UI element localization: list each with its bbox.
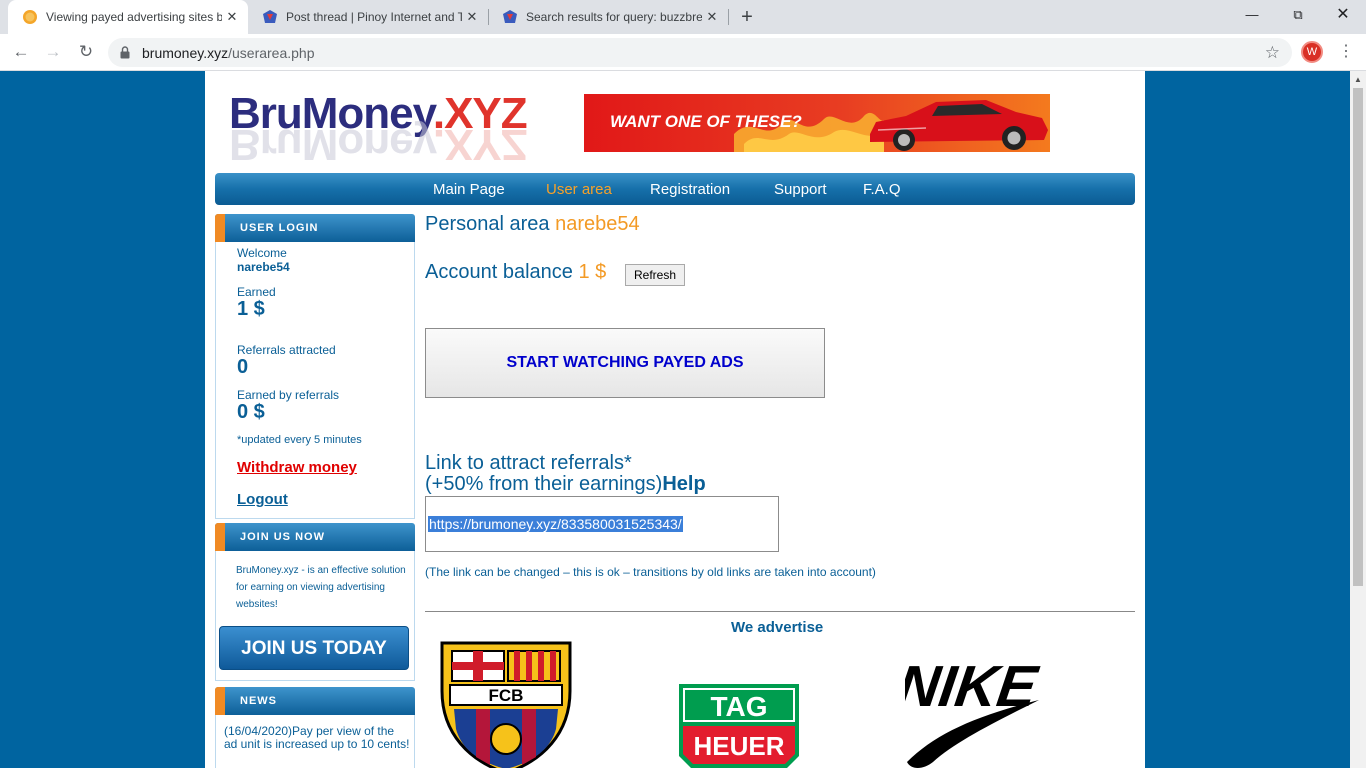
scroll-up-icon[interactable]: ▲	[1354, 75, 1362, 84]
tab-close-icon[interactable]: ✕	[704, 9, 720, 25]
nav-registration[interactable]: Registration	[650, 181, 730, 198]
sports-car-icon	[870, 100, 1048, 151]
referral-link-field[interactable]: https://brumoney.xyz/833580031525343/	[425, 496, 779, 552]
logout-link[interactable]: Logout	[237, 491, 288, 508]
referral-link-text: https://brumoney.xyz/833580031525343/	[428, 516, 683, 532]
reload-icon[interactable]: ↻	[74, 40, 98, 64]
start-watching-ads-button[interactable]: START WATCHING PAYED ADS	[425, 328, 825, 398]
fcb-crest-logo: FCB	[440, 641, 572, 768]
main-nav: Main Page User area Registration Support…	[215, 173, 1135, 205]
restore-icon[interactable]: ⧉	[1275, 0, 1321, 30]
banner-text: WANT ONE OF THESE?	[610, 112, 802, 131]
site-logo[interactable]: BruMoney.XYZ BruMoney.XYZ	[229, 89, 569, 169]
tab-pinoy[interactable]: Post thread | Pinoy Internet and T ✕	[248, 0, 488, 34]
page-scrollbar[interactable]: ▲	[1350, 71, 1366, 768]
join-us-panel: BruMoney.xyz - is an effective solution …	[215, 551, 415, 681]
logo-ext-reflection: .XYZ	[432, 120, 527, 169]
logo-reflection: BruMoney.XYZ	[229, 119, 527, 169]
referral-link-heading: Link to attract referrals* (+50% from th…	[425, 453, 706, 495]
tag-text: TAG	[710, 691, 767, 722]
tag-heuer-logo: TAG HEUER	[679, 684, 799, 768]
minimize-icon[interactable]: —	[1229, 0, 1275, 30]
logo-main-reflection: BruMoney	[229, 120, 433, 169]
referral-title-line1: Link to attract referrals*	[425, 452, 632, 474]
nav-user-area[interactable]: User area	[546, 181, 612, 198]
nike-logo: NIKE	[905, 654, 1041, 768]
site-container: BruMoney.XYZ BruMoney.XYZ WANT ONE OF TH…	[205, 71, 1145, 768]
update-note: *updated every 5 minutes	[237, 434, 362, 446]
referrals-label: Referrals attracted	[237, 343, 336, 357]
account-balance: Account balance 1 $	[425, 261, 606, 284]
divider	[425, 611, 1135, 612]
forward-arrow-icon[interactable]: →	[41, 40, 65, 64]
url-path: /userarea.php	[228, 45, 315, 61]
forum-favicon-icon	[263, 10, 277, 23]
welcome-label: Welcome	[237, 246, 287, 260]
referrals-value: 0	[237, 356, 249, 378]
url-text: brumoney.xyz/userarea.php	[142, 45, 315, 61]
tab-strip: Viewing payed advertising sites b ✕ Post…	[0, 0, 1366, 34]
tab-brumoney[interactable]: Viewing payed advertising sites b ✕	[8, 0, 248, 34]
help-link[interactable]: Help	[662, 473, 705, 495]
news-header: NEWS	[215, 687, 415, 715]
join-us-today-button[interactable]: JOIN US TODAY	[219, 626, 409, 670]
balance-label: Account balance	[425, 261, 573, 283]
we-advertise-heading: We advertise	[731, 619, 824, 636]
url-host: brumoney.xyz	[142, 45, 229, 61]
join-us-title: JOIN US NOW	[240, 531, 325, 543]
balance-value: 1 $	[578, 261, 607, 283]
page-viewport: BruMoney.XYZ BruMoney.XYZ WANT ONE OF TH…	[0, 71, 1350, 768]
tab-search[interactable]: Search results for query: buzzbrea ✕	[488, 0, 728, 34]
tab-title: Post thread | Pinoy Internet and T	[286, 10, 462, 24]
refresh-button[interactable]: Refresh	[625, 264, 685, 286]
news-title: NEWS	[240, 695, 277, 707]
lock-icon	[120, 46, 130, 59]
user-login-title: USER LOGIN	[240, 222, 319, 234]
tab-divider	[728, 9, 729, 25]
bookmark-star-icon[interactable]: ☆	[1265, 43, 1280, 63]
close-window-icon[interactable]: ✕	[1320, 0, 1366, 30]
personal-area-label: Personal area	[425, 213, 550, 235]
address-bar[interactable]: brumoney.xyz/userarea.php ☆	[108, 38, 1292, 67]
tab-title: Viewing payed advertising sites b	[46, 10, 222, 24]
earned-by-referrals-label: Earned by referrals	[237, 388, 340, 402]
news-item: (16/04/2020)Pay per view of the ad unit …	[224, 724, 410, 751]
nav-support[interactable]: Support	[774, 181, 827, 198]
nav-faq[interactable]: F.A.Q	[863, 181, 901, 198]
tab-close-icon[interactable]: ✕	[224, 9, 240, 25]
forum-favicon-icon	[503, 10, 517, 23]
withdraw-money-link[interactable]: Withdraw money	[237, 459, 357, 476]
join-us-header: JOIN US NOW	[215, 523, 415, 551]
sidebar-username: narebe54	[237, 260, 290, 274]
personal-area-username: narebe54	[555, 213, 640, 235]
tab-close-icon[interactable]: ✕	[464, 9, 480, 25]
referral-note: (The link can be changed – this is ok – …	[425, 565, 876, 579]
browser-menu-icon[interactable]: ⋮	[1338, 41, 1354, 63]
personal-area-heading: Personal area narebe54	[425, 213, 640, 236]
back-arrow-icon[interactable]: ←	[9, 40, 33, 64]
ad-banner[interactable]: WANT ONE OF THESE?	[584, 94, 1050, 152]
earned-label: Earned	[237, 285, 276, 299]
profile-avatar[interactable]: W	[1301, 41, 1323, 63]
earned-value: 1 $	[237, 298, 265, 320]
heuer-text: HEUER	[693, 731, 784, 761]
nav-main-page[interactable]: Main Page	[433, 181, 505, 198]
scrollbar-thumb[interactable]	[1353, 88, 1363, 586]
browser-toolbar: ← → ↻ brumoney.xyz/userarea.php ☆ W ⋮	[0, 34, 1366, 71]
user-login-header: USER LOGIN	[215, 214, 415, 242]
news-panel: (16/04/2020)Pay per view of the ad unit …	[215, 715, 415, 768]
tab-title: Search results for query: buzzbrea	[526, 10, 702, 24]
nike-text: NIKE	[905, 654, 1041, 719]
earned-by-referrals-value: 0 $	[237, 401, 265, 423]
referral-title-line2: (+50% from their earnings)	[425, 473, 663, 495]
coin-favicon-icon	[23, 10, 37, 24]
join-description: BruMoney.xyz - is an effective solution …	[236, 565, 406, 610]
fcb-text: FCB	[489, 686, 524, 705]
new-tab-plus-icon[interactable]: +	[736, 6, 758, 28]
user-login-panel: Welcome narebe54 Earned 1 $ Referrals at…	[215, 242, 415, 519]
